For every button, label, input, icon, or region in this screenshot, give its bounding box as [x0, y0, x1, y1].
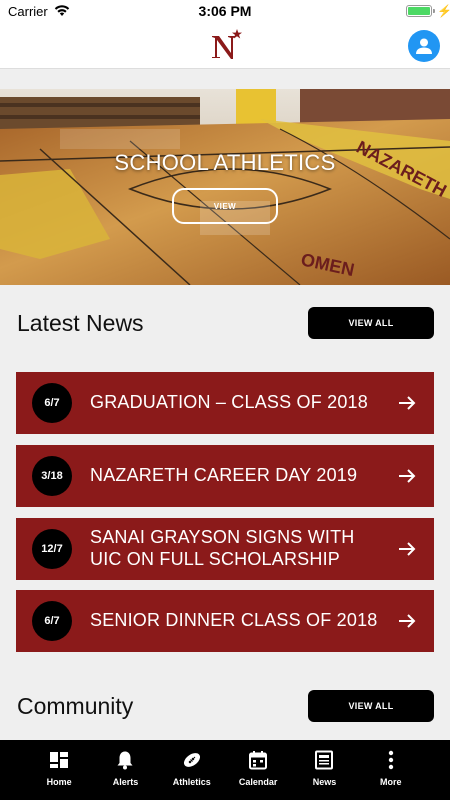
news-view-all-button[interactable]: VIEW ALL — [308, 307, 434, 339]
hero-title: SCHOOL ATHLETICS — [114, 150, 336, 175]
charging-bolt-icon: ⚡ — [437, 4, 450, 18]
tab-alerts[interactable]: Alerts — [96, 740, 154, 800]
status-time: 3:06 PM — [198, 3, 252, 19]
nazareth-logo-icon — [212, 29, 242, 59]
community-heading: Community — [17, 693, 134, 719]
more-vertical-icon — [388, 750, 393, 770]
user-icon — [416, 38, 432, 54]
tab-label: Home — [46, 777, 72, 787]
news-date-badge: 3/18 — [32, 456, 72, 496]
news-date-badge: 6/7 — [32, 601, 72, 641]
newspaper-icon — [315, 750, 334, 770]
news-title: SANAI GRAYSON SIGNS WITH UIC ON FULL SCH… — [90, 527, 355, 569]
news-item[interactable]: 6/7 SENIOR DINNER CLASS OF 2018 — [16, 590, 434, 652]
arrow-right-icon — [399, 542, 416, 556]
tab-label: Athletics — [172, 777, 211, 787]
battery-icon — [406, 5, 435, 17]
arrow-right-icon — [399, 469, 416, 483]
football-icon — [183, 753, 200, 767]
arrow-right-icon — [399, 396, 416, 410]
tab-more[interactable]: More — [362, 740, 420, 800]
gym-floor-image: NAZARETH OMEN — [0, 89, 450, 285]
tab-label: Calendar — [238, 777, 278, 787]
tab-label: Alerts — [112, 777, 139, 787]
news-item[interactable]: 12/7 SANAI GRAYSON SIGNS WITH UIC ON FUL… — [16, 518, 434, 580]
bottom-tab-bar: Home Alerts Athletics Calendar News More — [0, 740, 450, 800]
tab-calendar[interactable]: Calendar — [229, 740, 287, 800]
arrow-right-icon — [399, 614, 416, 628]
top-nav-bar — [0, 22, 450, 69]
status-bar: Carrier 3:06 PM ⚡ — [0, 0, 450, 22]
news-item[interactable]: 3/18 NAZARETH CAREER DAY 2019 — [16, 445, 434, 507]
news-item[interactable]: 6/7 GRADUATION – CLASS OF 2018 — [16, 372, 434, 434]
calendar-icon — [249, 751, 268, 770]
home-grid-icon — [50, 752, 69, 768]
athletics-hero-banner[interactable]: NAZARETH OMEN SCHOOL ATHLETICS VIEW — [0, 89, 450, 285]
news-date-badge: 6/7 — [32, 383, 72, 423]
community-view-all-button[interactable]: VIEW ALL — [308, 690, 434, 722]
latest-news-heading: Latest News — [17, 310, 144, 336]
news-title: NAZARETH CAREER DAY 2019 — [90, 465, 358, 486]
hero-view-button[interactable]: VIEW — [172, 188, 278, 224]
tab-athletics[interactable]: Athletics — [163, 740, 221, 800]
tab-home[interactable]: Home — [30, 740, 88, 800]
tab-label: More — [380, 777, 402, 787]
news-title: SENIOR DINNER CLASS OF 2018 — [90, 610, 378, 631]
news-title: GRADUATION – CLASS OF 2018 — [90, 392, 368, 413]
bell-icon — [117, 751, 133, 770]
news-date-badge: 12/7 — [32, 529, 72, 569]
profile-button[interactable] — [408, 30, 440, 62]
tab-news[interactable]: News — [295, 740, 353, 800]
tab-label: News — [312, 777, 337, 787]
